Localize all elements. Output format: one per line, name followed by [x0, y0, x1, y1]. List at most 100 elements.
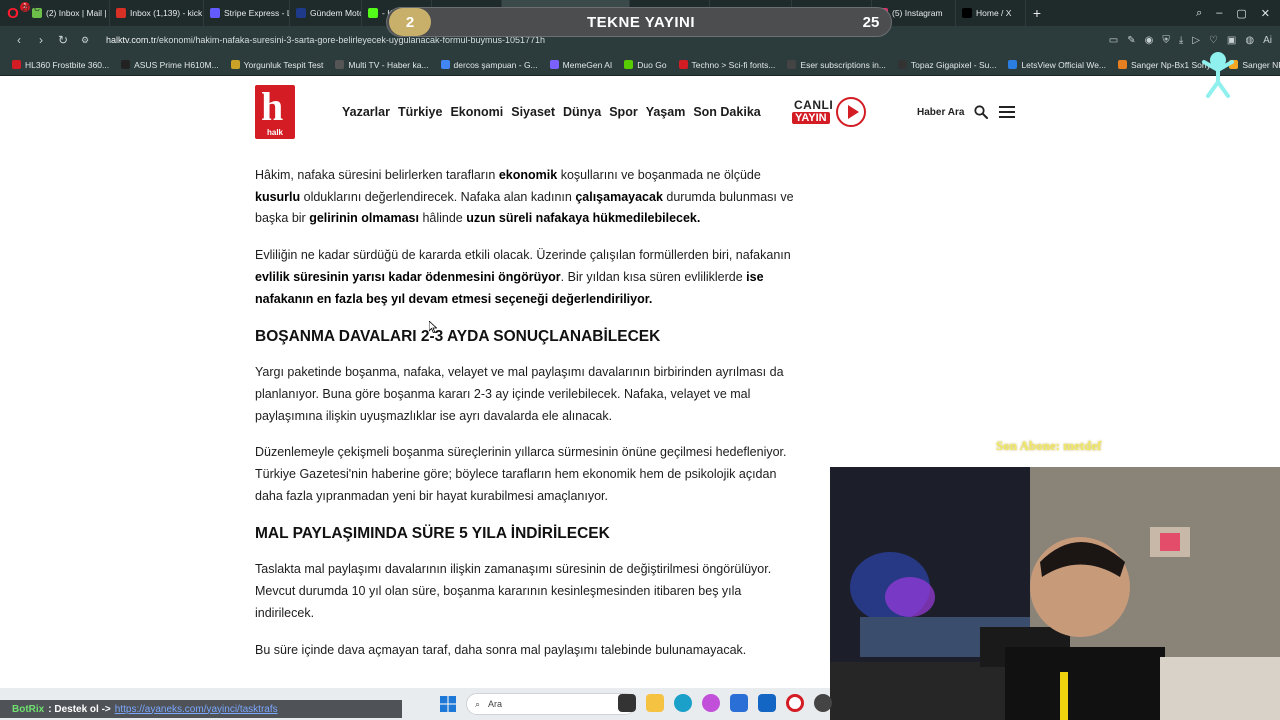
- edit-icon[interactable]: ✎: [1127, 35, 1135, 46]
- overlay-right-counter: 25: [862, 13, 880, 31]
- outlook-icon[interactable]: [758, 694, 776, 712]
- chat-link[interactable]: https://ayaneks.com/yayinci/tasktrafs: [115, 704, 278, 715]
- bookmark-label: Yorgunluk Tespit Test: [243, 59, 324, 70]
- halktv-logo[interactable]: h halk: [255, 85, 295, 139]
- bookmark-item[interactable]: Multi TV - Haber ka...: [329, 60, 434, 70]
- store-icon[interactable]: [730, 694, 748, 712]
- bookmark-label: MemeGen AI: [562, 59, 613, 70]
- browser-tab[interactable]: Inbox (1,139) - kick: [110, 0, 204, 26]
- bookmark-favicon-icon: [678, 60, 688, 69]
- article-subheading: BOŞANMA DAVALARI 2-3 AYDA SONUÇLANABİLEC…: [255, 328, 661, 346]
- download-icon[interactable]: ⤓: [1179, 35, 1183, 46]
- bookmark-favicon-icon: [335, 60, 345, 69]
- ai-icon[interactable]: Ai: [1263, 35, 1272, 46]
- app-icon[interactable]: [814, 694, 832, 712]
- mouse-cursor-icon: [429, 321, 437, 333]
- nav-item[interactable]: Spor: [609, 105, 637, 119]
- last-subscriber-label: Son Abone: metdef: [996, 438, 1102, 453]
- bookmark-favicon-icon: [12, 60, 21, 69]
- article-paragraph: Evliliğin ne kadar sürdüğü de kararda et…: [255, 245, 800, 310]
- article-paragraph: Bu süre içinde dava açmayan taraf, daha …: [255, 642, 747, 657]
- browser-tab[interactable]: Stripe Express - Log: [204, 0, 290, 26]
- article-paragraph: Yargı paketinde boşanma, nafaka, velayet…: [255, 365, 784, 423]
- shield-icon[interactable]: ⛨: [1162, 35, 1170, 46]
- play-icon[interactable]: ▷: [1192, 35, 1200, 46]
- new-tab-button[interactable]: +: [1026, 5, 1048, 21]
- nav-item[interactable]: Yaşam: [646, 105, 686, 119]
- windows-start-icon[interactable]: [440, 696, 456, 712]
- bookmark-item[interactable]: dercos şampuan - G...: [435, 60, 544, 70]
- bookmark-favicon-icon: [121, 60, 131, 69]
- bookmark-item[interactable]: Techno > Sci-fi fonts...: [673, 60, 782, 70]
- bookmark-favicon-icon: [897, 60, 907, 69]
- minimize-icon[interactable]: –: [1216, 7, 1222, 20]
- nav-item[interactable]: Yazarlar: [342, 105, 390, 119]
- bookmark-item[interactable]: ASUS Prime H610M...: [115, 60, 225, 70]
- bookmark-label: Techno > Sci-fi fonts...: [691, 59, 776, 70]
- nav-item[interactable]: Türkiye: [398, 105, 442, 119]
- opera-icon[interactable]: [786, 694, 804, 712]
- bookmark-label: ASUS Prime H610M...: [134, 59, 219, 70]
- hamburger-menu-icon[interactable]: [999, 105, 1015, 119]
- article-paragraph: Taslakta mal paylaşımı davalarının ilişk…: [255, 562, 772, 620]
- close-window-icon[interactable]: ✕: [1261, 7, 1270, 20]
- tab-label: Gündem Motoru: [310, 8, 361, 18]
- nav-item[interactable]: Dünya: [563, 105, 601, 119]
- tab-favicon-icon: [368, 8, 378, 18]
- bookmark-favicon-icon: [1008, 60, 1018, 69]
- bookmark-favicon-icon: [440, 60, 450, 69]
- search-icon[interactable]: [974, 105, 988, 119]
- camera-icon[interactable]: ◉: [1145, 35, 1154, 46]
- bookmark-label: Duo Go: [637, 59, 667, 70]
- live-broadcast-button[interactable]: CANLI YAYIN: [792, 96, 868, 128]
- webcam-feed: [830, 467, 1280, 720]
- browser-tab[interactable]: Gündem Motoru: [290, 0, 362, 26]
- weather-widget[interactable]: 20°C: [22, 4, 40, 13]
- copilot-icon[interactable]: [702, 694, 720, 712]
- browser-tab[interactable]: Home / X: [956, 0, 1026, 26]
- search-label[interactable]: Haber Ara: [917, 107, 964, 118]
- bookmark-item[interactable]: MemeGen AI: [544, 60, 619, 70]
- tab-label: (5) Instagram: [892, 8, 943, 18]
- nav-item[interactable]: Ekonomi: [450, 105, 503, 119]
- edge-icon[interactable]: [674, 694, 692, 712]
- bookmark-item[interactable]: Topaz Gigapixel - Su...: [892, 60, 1003, 70]
- back-icon[interactable]: ‹: [8, 33, 30, 47]
- bold-text: gelirinin olmaması: [309, 211, 419, 226]
- bookmarks-bar: HL360 Frostbite 360... ASUS Prime H610M..…: [0, 54, 1280, 76]
- tab-view-icon[interactable]: ▭: [1109, 35, 1118, 46]
- article-paragraph: Hâkim, nafaka süresini belirlerken taraf…: [255, 165, 800, 230]
- heart-icon[interactable]: ♡: [1209, 35, 1218, 46]
- profile-icon[interactable]: ◍: [1245, 35, 1254, 46]
- bookmark-item[interactable]: Duo Go: [618, 60, 672, 70]
- wallet-icon[interactable]: ▣: [1227, 35, 1236, 46]
- tab-favicon-icon: [296, 8, 306, 18]
- forward-icon[interactable]: ›: [30, 33, 52, 47]
- nav-item[interactable]: Son Dakika: [693, 105, 760, 119]
- file-explorer-icon[interactable]: [646, 694, 664, 712]
- search-tabs-icon[interactable]: ⌕: [1196, 7, 1202, 20]
- text-span: olduklarını değerlendirecek. Nafaka alan…: [300, 189, 576, 204]
- text-span: hâlinde: [418, 211, 467, 226]
- bookmark-item[interactable]: HL360 Frostbite 360...: [6, 60, 115, 70]
- tab-label: (2) Inbox | Mail | SO: [46, 8, 109, 18]
- text-span: . Bir yıldan kısa süren evliliklerde: [560, 269, 747, 284]
- maximize-icon[interactable]: ▢: [1236, 7, 1246, 20]
- bookmark-item[interactable]: Yorgunluk Tespit Test: [225, 60, 330, 70]
- chat-username: BotRix: [12, 703, 45, 715]
- bookmark-label: Topaz Gigapixel - Su...: [910, 59, 997, 70]
- nav-item[interactable]: Siyaset: [511, 105, 555, 119]
- main-nav: Yazarlar Türkiye Ekonomi Siyaset Dünya Spor Ya…: [342, 105, 761, 119]
- bookmark-label: HL360 Frostbite 360...: [25, 59, 110, 70]
- taskbar-search[interactable]: ⌕ Ara: [466, 693, 636, 715]
- reload-icon[interactable]: ↻: [52, 33, 74, 47]
- bookmark-item[interactable]: Eser subscriptions in...: [781, 60, 892, 70]
- text-span: Hâkim, nafaka süresini belirlerken taraf…: [255, 168, 499, 182]
- bookmark-item[interactable]: LetsView Official We...: [1002, 60, 1112, 70]
- site-info-icon[interactable]: ⚙: [74, 35, 96, 46]
- tab-favicon-icon: [962, 8, 972, 18]
- task-view-icon[interactable]: [618, 694, 636, 712]
- article-body: Hâkim, nafaka süresini belirlerken taraf…: [255, 165, 800, 661]
- play-icon: [836, 97, 866, 127]
- site-header: h halk Yazarlar Türkiye Ekonomi Siyaset Düny…: [0, 77, 1280, 147]
